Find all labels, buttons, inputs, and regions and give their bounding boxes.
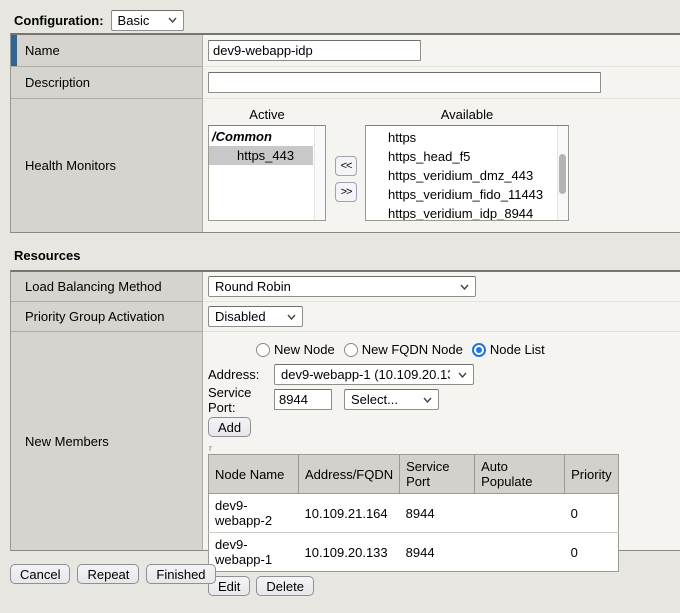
active-monitor-item[interactable]: https_443 xyxy=(209,146,313,165)
available-monitors-listbox[interactable]: https https_head_f5 https_veridium_dmz_4… xyxy=(365,125,569,221)
member-type-radios: New Node New FQDN Node Node List xyxy=(256,342,680,357)
service-port-field-row: Service Port: Select... xyxy=(208,389,680,410)
priority-group-label: Priority Group Activation xyxy=(25,309,164,324)
new-members-label: New Members xyxy=(25,434,109,449)
header-service-port: Service Port xyxy=(400,455,475,494)
member-auto-populate xyxy=(475,533,565,572)
name-input[interactable] xyxy=(208,40,421,61)
header-priority: Priority xyxy=(565,455,618,494)
finished-button[interactable]: Finished xyxy=(146,564,215,584)
members-header-row: Node Name Address/FQDN Service Port Auto… xyxy=(209,455,619,494)
address-label: Address: xyxy=(208,367,274,382)
member-row[interactable]: dev9-webapp-2 10.109.21.164 8944 0 xyxy=(209,494,619,533)
available-monitor-item[interactable]: https_head_f5 xyxy=(366,147,568,166)
resources-table: Load Balancing Method Round Robin Priori… xyxy=(10,270,680,551)
available-monitor-item[interactable]: https xyxy=(366,128,568,147)
render-artifact-text: r xyxy=(209,444,680,452)
health-monitors-label: Health Monitors xyxy=(25,158,116,173)
name-label: Name xyxy=(25,43,60,58)
header-node-name: Node Name xyxy=(209,455,299,494)
load-balancing-select[interactable]: Round Robin xyxy=(208,276,476,297)
cancel-button[interactable]: Cancel xyxy=(10,564,70,584)
member-row[interactable]: dev9-webapp-1 10.109.20.133 8944 0 xyxy=(209,533,619,572)
move-to-active-button[interactable]: << xyxy=(335,156,357,176)
delete-member-button[interactable]: Delete xyxy=(256,576,314,596)
member-address: 10.109.21.164 xyxy=(299,494,400,533)
chevron-down-icon xyxy=(460,284,469,290)
radio-circle-icon xyxy=(256,343,270,357)
radio-new-node[interactable]: New Node xyxy=(256,342,335,357)
member-port: 8944 xyxy=(400,533,475,572)
active-list-scrollbar[interactable] xyxy=(314,126,325,220)
address-field-row: Address: dev9-webapp-1 (10.109.20.133) xyxy=(208,364,680,385)
header-address-fqdn: Address/FQDN xyxy=(299,455,400,494)
description-label: Description xyxy=(25,75,90,90)
active-partition-label: /Common xyxy=(209,128,325,146)
available-list-scrollbar[interactable] xyxy=(557,126,568,220)
configuration-select[interactable]: Basic xyxy=(111,10,184,31)
chevron-down-icon xyxy=(458,372,467,378)
available-list-title: Available xyxy=(365,107,569,122)
configuration-label: Configuration: xyxy=(14,13,104,28)
member-auto-populate xyxy=(475,494,565,533)
member-node-name: dev9-webapp-2 xyxy=(209,494,299,533)
member-priority: 0 xyxy=(565,494,618,533)
chevron-down-icon xyxy=(423,397,432,403)
member-node-name: dev9-webapp-1 xyxy=(209,533,299,572)
resources-section-title: Resources xyxy=(14,248,680,263)
name-label-cell: Name xyxy=(11,35,203,67)
service-port-input[interactable] xyxy=(274,389,332,410)
member-port: 8944 xyxy=(400,494,475,533)
health-monitors-editor: Active /Common https_443 << >> Available… xyxy=(208,99,569,221)
priority-group-select[interactable]: Disabled xyxy=(208,306,303,327)
available-monitor-item[interactable]: https_veridium_fido_11443 xyxy=(366,185,568,204)
new-members-editor: New Node New FQDN Node Node List Address… xyxy=(208,332,680,596)
repeat-button[interactable]: Repeat xyxy=(77,564,139,584)
active-monitors-listbox[interactable]: /Common https_443 xyxy=(208,125,326,221)
members-table: Node Name Address/FQDN Service Port Auto… xyxy=(208,454,619,572)
chevron-down-icon xyxy=(287,314,296,320)
scrollbar-thumb[interactable] xyxy=(559,154,566,194)
health-monitors-label-cell: Health Monitors xyxy=(11,99,203,232)
add-member-button[interactable]: Add xyxy=(208,417,251,437)
member-address: 10.109.20.133 xyxy=(299,533,400,572)
description-input[interactable] xyxy=(208,72,601,93)
move-to-available-button[interactable]: >> xyxy=(335,182,357,202)
member-priority: 0 xyxy=(565,533,618,572)
service-port-label: Service Port: xyxy=(208,385,274,415)
radio-selected-icon xyxy=(472,343,486,357)
service-port-select[interactable]: Select... xyxy=(344,389,439,410)
active-list-title: Active xyxy=(208,107,326,122)
description-label-cell: Description xyxy=(11,67,203,99)
radio-circle-icon xyxy=(344,343,358,357)
general-properties-table: Name Description Health Monitors Active … xyxy=(10,33,680,233)
radio-new-fqdn-node[interactable]: New FQDN Node xyxy=(344,342,463,357)
available-monitor-item[interactable]: https_veridium_idp_8944 xyxy=(366,204,568,221)
chevron-down-icon xyxy=(168,17,177,23)
load-balancing-label: Load Balancing Method xyxy=(25,279,162,294)
available-monitor-item[interactable]: https_veridium_dmz_443 xyxy=(366,166,568,185)
configuration-bar: Configuration: Basic xyxy=(14,10,680,30)
header-auto-populate: Auto Populate xyxy=(475,455,565,494)
radio-node-list[interactable]: Node List xyxy=(472,342,545,357)
address-select[interactable]: dev9-webapp-1 (10.109.20.133) xyxy=(274,364,474,385)
